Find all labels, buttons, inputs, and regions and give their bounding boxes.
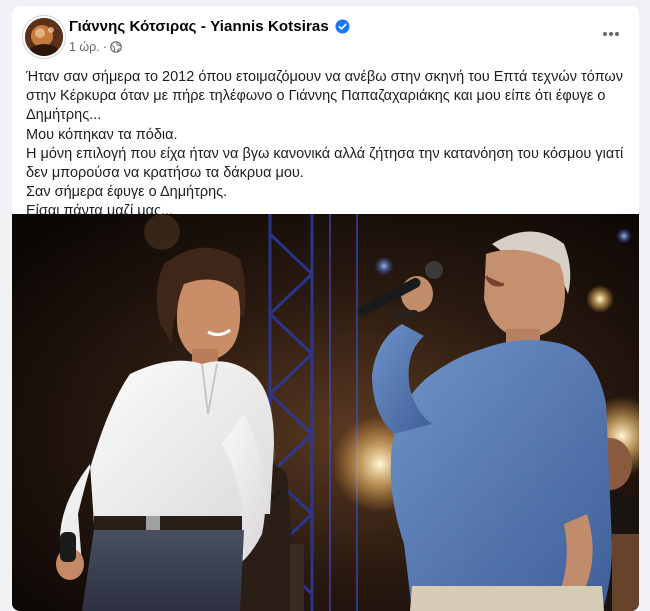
page: Γιάννης Κότσιρας - Yiannis Kotsiras 1 ώρ… xyxy=(0,0,650,611)
post-text-line: στην Κέρκυρα όταν με πήρε τηλέφωνο ο Γιά… xyxy=(26,88,606,105)
post-meta: 1 ώρ. · xyxy=(69,40,122,54)
avatar-image xyxy=(25,18,63,56)
post-text: Ήταν σαν σήμερα το 2012 όπου ετοιμαζόμου… xyxy=(26,68,626,222)
concert-photo xyxy=(12,214,639,611)
author-name[interactable]: Γιάννης Κότσιρας - Yiannis Kotsiras xyxy=(69,18,329,35)
post-text-line: Ήταν σαν σήμερα το 2012 όπου ετοιμαζόμου… xyxy=(26,69,623,85)
meta-separator: · xyxy=(102,40,107,54)
post-text-line: Η μόνη επιλογή που είχα ήταν να βγω κανο… xyxy=(26,145,624,162)
author-row: Γιάννης Κότσιρας - Yiannis Kotsiras xyxy=(69,18,350,35)
post-text-line: Μου κόπηκαν τα πόδια. xyxy=(26,126,178,143)
post-photo[interactable] xyxy=(12,214,639,611)
post-text-line: Σαν σήμερα έφυγε ο Δημήτρης. xyxy=(26,184,228,201)
post-text-line: Δημήτρης... xyxy=(26,107,102,124)
verified-badge-icon xyxy=(335,19,350,34)
post-time[interactable]: 1 ώρ. xyxy=(69,40,100,54)
post-header: Γιάννης Κότσιρας - Yiannis Kotsiras 1 ώρ… xyxy=(12,6,639,62)
post-card: Γιάννης Κότσιρας - Yiannis Kotsiras 1 ώρ… xyxy=(12,6,639,611)
author-avatar[interactable] xyxy=(23,16,65,58)
more-options-button[interactable] xyxy=(597,22,625,46)
more-options-icon xyxy=(603,32,619,36)
post-text-line: δεν μπορούσα να κρατήσω τα δάκρυα μου. xyxy=(26,165,304,182)
globe-icon[interactable] xyxy=(110,41,122,53)
